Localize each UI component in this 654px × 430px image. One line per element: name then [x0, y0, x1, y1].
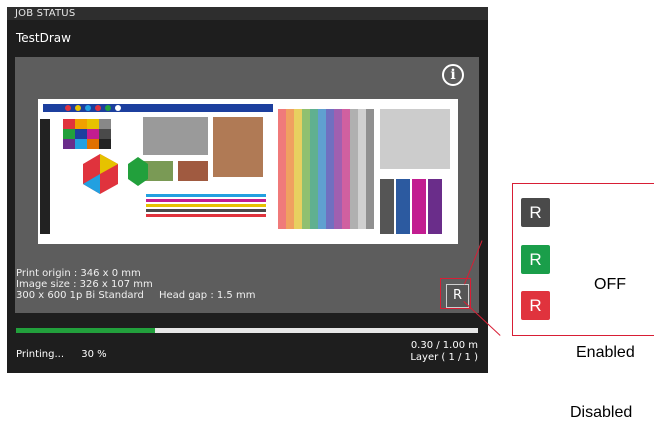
print-distance: 0.30 / 1.00 m Layer ( 1 / 1 )	[410, 340, 478, 364]
color-patches	[63, 119, 111, 149]
status-percent: 30 %	[81, 349, 107, 360]
legend-enabled: Enabled	[576, 344, 635, 361]
test-chart-graphic	[38, 99, 458, 244]
r-button-enabled-sample: R	[521, 245, 550, 274]
image-size: Image size : 326 x 107 mm	[16, 279, 153, 290]
progress-bar	[16, 328, 478, 333]
gradient-bars	[278, 109, 374, 229]
job-status-panel: JOB STATUS TestDraw i Print origin: 346…	[7, 7, 488, 373]
distance-text: 0.30 / 1.00 m	[410, 340, 478, 351]
info-icon[interactable]: i	[442, 64, 464, 86]
status-text: Printing...	[16, 349, 65, 360]
job-name: TestDraw	[16, 31, 71, 45]
progress-fill	[16, 328, 155, 333]
layer-text: Layer ( 1 / 1 )	[410, 352, 478, 363]
print-origin: Print origin : 346 x 0 mm	[16, 268, 141, 279]
r-button-disabled-sample: R	[521, 291, 550, 320]
legend-off: OFF	[594, 276, 626, 293]
test-chart-image	[38, 99, 458, 244]
print-mode: 300 x 600 1p Bi Standard	[16, 290, 144, 301]
panel-header: JOB STATUS	[7, 7, 488, 20]
head-gap: Head gap : 1.5 mm	[159, 290, 256, 301]
print-status: Printing... 30 %	[16, 349, 107, 360]
legend-disabled: Disabled	[570, 404, 633, 421]
r-button-off-sample: R	[521, 198, 550, 227]
